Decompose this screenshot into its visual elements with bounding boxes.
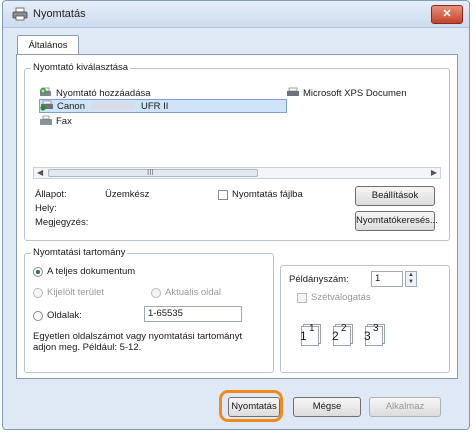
pages-radio[interactable] <box>33 311 43 321</box>
printer-item-canon-content: Canon UFR II <box>40 100 168 112</box>
general-panel: Nyomtató kiválasztása Nyomtató hozzáadás… <box>16 54 458 379</box>
scroll-right-icon[interactable]: ▶ <box>431 168 437 177</box>
status-label: Állapot: <box>35 189 67 200</box>
page-range-title: Nyomtatási tartomány <box>31 247 128 258</box>
pages-label: Oldalak: <box>47 310 82 321</box>
printer-item-label: Nyomtató hozzáadása <box>56 88 151 99</box>
location-label: Hely: <box>35 203 57 214</box>
preferences-button[interactable]: Beállítások <box>355 186 435 206</box>
apply-button[interactable]: Alkalmaz <box>369 397 441 417</box>
collate-label: Szétválogatás <box>311 292 371 303</box>
selection-radio[interactable] <box>33 288 43 298</box>
collate-page-stack-1: 1 1 <box>300 323 319 346</box>
print-to-file-checkbox[interactable] <box>218 190 228 200</box>
printer-item-label: Fax <box>56 116 72 127</box>
printer-item-fax[interactable]: Fax <box>39 115 72 127</box>
pages-input[interactable]: 1-65535 <box>144 306 242 322</box>
collate-checkbox[interactable] <box>297 293 307 303</box>
print-button-highlight <box>219 390 283 422</box>
printer-item-label-suffix: UFR II <box>141 101 169 112</box>
comment-label: Megjegyzés: <box>35 217 89 228</box>
tab-general[interactable]: Általános <box>17 35 79 55</box>
page-range-group: Nyomtatási tartomány A teljes dokumentum… <box>24 247 274 373</box>
window-title: Nyomtatás <box>33 8 86 20</box>
copies-group: Példányszám: 1 ▲ ▼ Szétválogatás 1 1 2 2… <box>280 265 450 373</box>
scrollbar-thumb[interactable]: III <box>48 168 258 177</box>
spin-up-icon[interactable]: ▲ <box>406 272 416 279</box>
title-bar: Nyomtatás ✕ <box>3 1 469 28</box>
selection-label: Kijelölt terület <box>47 287 105 298</box>
printer-item-add[interactable]: Nyomtató hozzáadása <box>39 87 151 99</box>
collate-page-number: 3 <box>364 329 371 343</box>
printer-group-title: Nyomtató kiválasztása <box>31 62 131 73</box>
copies-label: Példányszám: <box>289 274 349 285</box>
close-button[interactable]: ✕ <box>431 5 463 24</box>
print-to-file-label: Nyomtatás fájlba <box>232 189 303 200</box>
collate-page-number: 1 <box>300 329 307 343</box>
scroll-left-icon[interactable]: ◀ <box>37 168 43 177</box>
cancel-button[interactable]: Mégse <box>293 397 361 417</box>
add-printer-icon <box>40 87 51 96</box>
print-dialog: Nyomtatás ✕ Általános Nyomtató kiválaszt… <box>2 0 470 430</box>
scrollbar-grip: III <box>147 168 154 177</box>
printer-list-scrollbar[interactable]: ◀ III ▶ <box>33 167 441 179</box>
collate-page-stack-2: 2 2 <box>332 323 351 346</box>
all-pages-label: A teljes dokumentum <box>47 266 136 277</box>
collate-page-number: 2 <box>332 329 339 343</box>
copies-spinner[interactable]: ▲ ▼ <box>405 271 417 287</box>
status-value: Üzemkész <box>105 189 150 200</box>
tab-general-label: Általános <box>28 40 68 51</box>
collate-page-stack-3: 3 3 <box>364 323 383 346</box>
spin-down-icon[interactable]: ▼ <box>406 279 416 286</box>
collate-page-number: 3 <box>373 323 379 334</box>
printer-default-icon <box>40 100 53 111</box>
printer-item-label: Microsoft XPS Documen <box>303 88 407 99</box>
copies-input[interactable]: 1 <box>371 271 403 287</box>
collate-page-number: 2 <box>341 323 347 334</box>
current-page-radio[interactable] <box>151 288 161 298</box>
fax-icon <box>40 115 52 125</box>
current-page-label: Aktuális oldal <box>165 287 221 298</box>
printer-icon <box>287 87 299 96</box>
printer-selection-group: Nyomtató kiválasztása Nyomtató hozzáadás… <box>24 62 450 241</box>
printer-icon <box>12 7 28 21</box>
collate-page-number: 1 <box>309 323 315 334</box>
find-printer-button[interactable]: Nyomtatókeresés... <box>355 211 438 231</box>
printer-item-xps[interactable]: Microsoft XPS Documen <box>286 87 406 99</box>
printer-item-canon[interactable]: Canon UFR II <box>39 99 287 113</box>
page-range-hint: Egyetlen oldalszámot vagy nyomtatási tar… <box>33 331 243 353</box>
all-pages-radio[interactable] <box>33 267 43 277</box>
printer-item-label-prefix: Canon <box>57 101 85 112</box>
redacted-model <box>91 102 135 111</box>
